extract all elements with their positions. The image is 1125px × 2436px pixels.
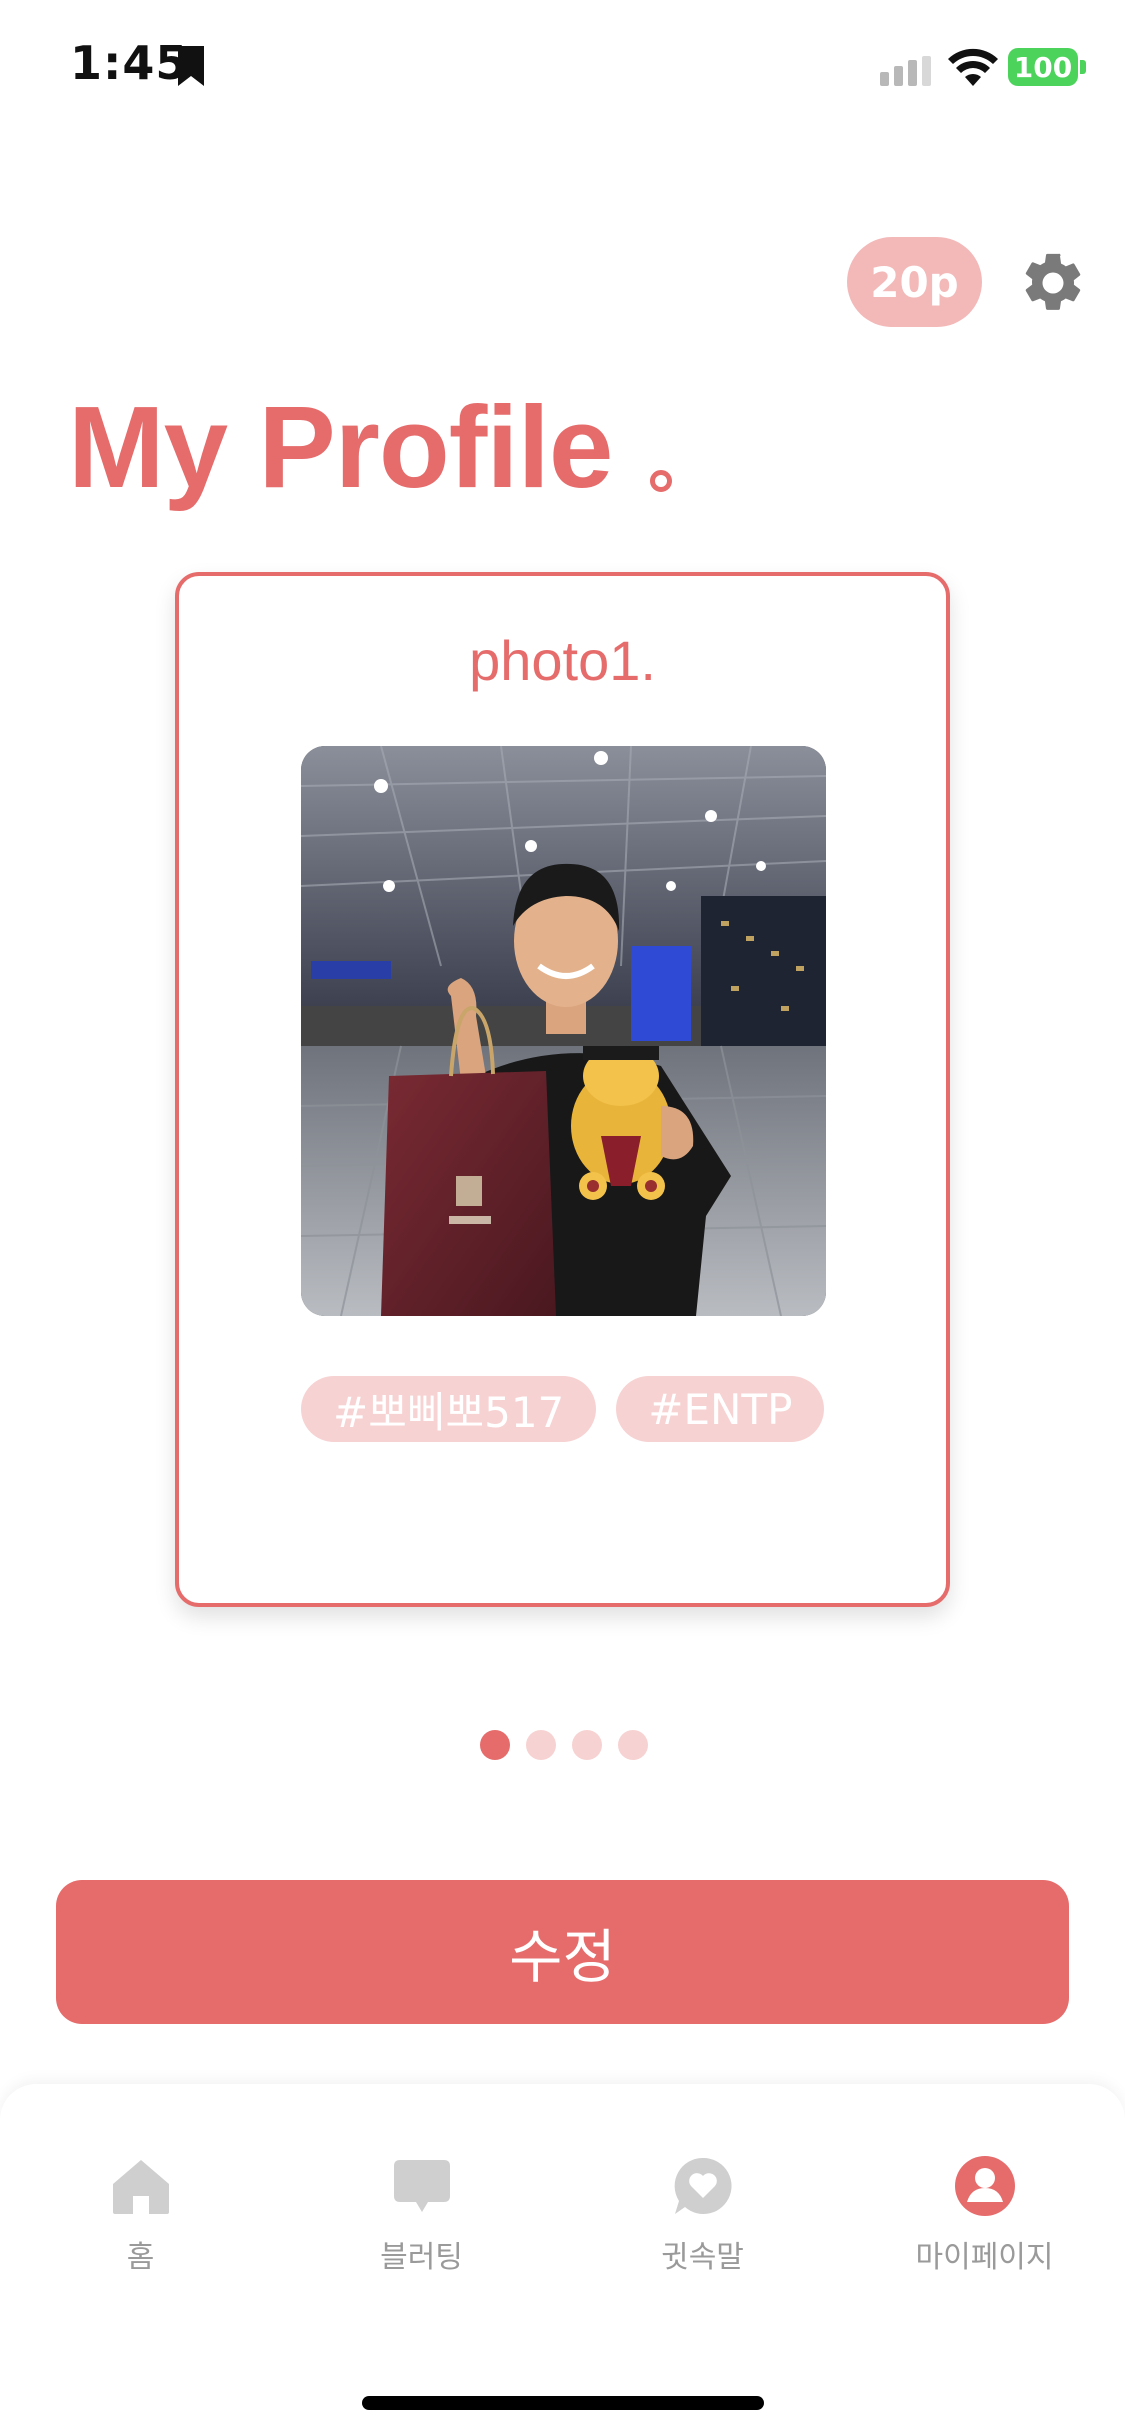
hashtag-nickname: #뽀삐뽀517 xyxy=(301,1376,597,1442)
tab-home-label: 홈 xyxy=(126,2240,155,2275)
battery-tip xyxy=(1080,60,1086,74)
cellular-signal-icon xyxy=(880,56,931,86)
bookmark-icon xyxy=(178,46,204,86)
tab-bar: 홈 블러팅 귓속말 마이페이지 xyxy=(0,2084,1125,2436)
points-badge[interactable]: 20p xyxy=(847,237,982,327)
page-title: My Profile xyxy=(68,382,613,512)
profile-photo[interactable] xyxy=(301,746,826,1316)
tab-mypage[interactable]: 마이페이지 xyxy=(844,2154,1125,2304)
tab-home[interactable]: 홈 xyxy=(0,2154,281,2304)
tab-blurting[interactable]: 블러팅 xyxy=(281,2154,562,2304)
my-profile-screen: 1:45 100 20p My Profile photo1. #뽀삐뽀517 … xyxy=(0,0,1125,2436)
status-time: 1:45 xyxy=(70,36,189,90)
tab-whisper[interactable]: 귓속말 xyxy=(562,2154,843,2304)
page-dot-4[interactable] xyxy=(618,1730,648,1760)
points-value: 20p xyxy=(870,257,959,307)
profile-card[interactable]: photo1. #뽀삐뽀517 #ENTP xyxy=(175,572,950,1607)
status-bar: 1:45 100 xyxy=(0,0,1125,140)
tab-whisper-label: 귓속말 xyxy=(661,2240,744,2275)
title-dot xyxy=(650,470,672,492)
wifi-icon xyxy=(948,48,998,86)
tab-mypage-label: 마이페이지 xyxy=(915,2240,1054,2275)
home-indicator[interactable] xyxy=(362,2396,764,2410)
tab-blurting-label: 블러팅 xyxy=(380,2240,463,2275)
page-dot-2[interactable] xyxy=(526,1730,556,1760)
person-icon xyxy=(954,2156,1015,2216)
gear-icon[interactable] xyxy=(1018,248,1088,318)
chat-bubble-icon xyxy=(393,2160,450,2212)
photo-pagination xyxy=(480,1730,648,1760)
battery-indicator: 100 xyxy=(1008,48,1078,86)
page-dot-3[interactable] xyxy=(572,1730,602,1760)
battery-level: 100 xyxy=(1013,50,1073,84)
edit-button[interactable]: 수정 xyxy=(56,1880,1069,2024)
photo-label: photo1. xyxy=(469,629,656,692)
hashtag-mbti: #ENTP xyxy=(616,1376,825,1442)
heart-message-icon xyxy=(674,2157,732,2214)
hashtag-list: #뽀삐뽀517 #ENTP xyxy=(301,1376,825,1442)
home-icon xyxy=(112,2160,169,2214)
page-dot-1[interactable] xyxy=(480,1730,510,1760)
